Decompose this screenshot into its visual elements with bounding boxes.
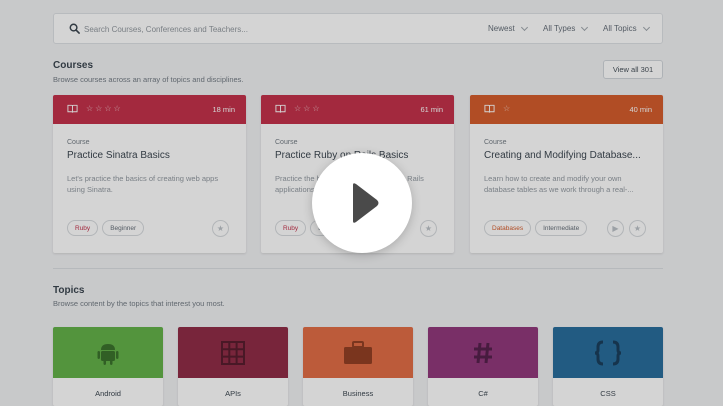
video-play-button[interactable] xyxy=(312,153,412,253)
page: Newest All Types All Topics Courses Brow… xyxy=(0,0,723,406)
play-icon xyxy=(353,183,379,223)
